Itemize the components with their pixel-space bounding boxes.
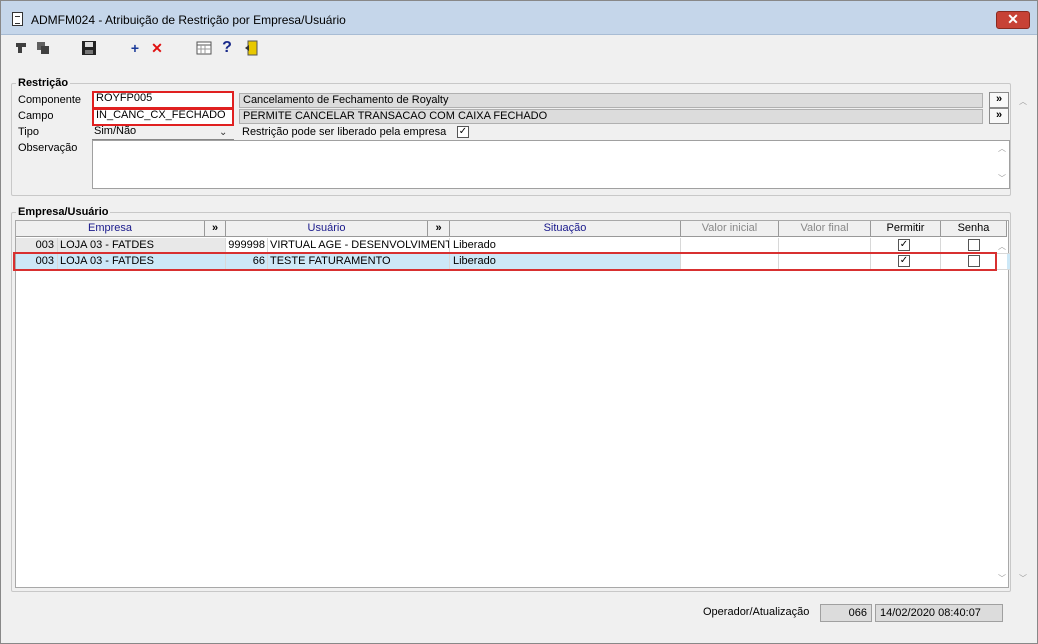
calendar-icon[interactable] [196,40,212,56]
window: ADMFM024 - Atribuição de Restrição por E… [0,0,1038,644]
row-empresa-name: LOJA 03 - FATDES [58,238,226,253]
senha-checkbox[interactable] [968,239,980,251]
row-valor-inicial[interactable] [681,238,779,253]
close-button[interactable]: ✕ [996,11,1030,29]
observacao-textarea[interactable] [92,140,1010,189]
row-situacao[interactable]: Liberado [450,238,681,253]
col-situacao[interactable]: Situação [450,221,681,237]
exit-icon[interactable] [243,40,259,56]
empresa-usuario-grid: Empresa » Usuário » Situação Valor inici… [15,220,1010,588]
tipo-select[interactable]: Sim/Não [92,125,234,140]
liberado-checkbox[interactable]: ✓ [457,126,469,138]
grid-scroll-up-icon[interactable]: ︿ [995,241,1009,252]
window-title: ADMFM024 - Atribuição de Restrição por E… [31,13,346,27]
row-empresa-code: 003 [16,238,58,253]
campo-expand-button[interactable]: » [989,108,1009,124]
save-icon[interactable] [81,40,97,56]
col-usuario[interactable]: Usuário [226,221,428,237]
atualizacao-value: 14/02/2020 08:40:07 [875,604,1003,622]
col-empresa[interactable]: Empresa [16,221,205,237]
delete-icon[interactable]: ✕ [149,40,165,56]
scroll-up-icon[interactable]: ︿ [995,143,1009,154]
grid-scroll-down-icon[interactable]: ﹀ [995,573,1009,584]
col-valor-final[interactable]: Valor final [779,221,871,237]
row-permitir-cell: ✓ [871,238,941,253]
col-valor-inicial[interactable]: Valor inicial [681,221,779,237]
campo-input[interactable]: IN_CANC_CX_FECHADO [92,108,234,126]
operador-atualizacao-label: Operador/Atualização [703,606,810,618]
col-permitir[interactable]: Permitir [871,221,941,237]
campo-label: Campo [18,110,54,122]
permitir-checkbox[interactable]: ✓ [898,239,910,251]
add-icon[interactable]: + [127,40,143,56]
row-usuario-code: 999998 [226,238,268,253]
toolbar: + ✕ ? [1,35,1037,61]
row-usuario-name: VIRTUAL AGE - DESENVOLVIMENTO [270,238,450,253]
col-usuario-expand[interactable]: » [428,221,450,237]
campo-description: PERMITE CANCELAR TRANSACAO COM CAIXA FEC… [239,109,983,124]
componente-input[interactable]: ROYFP005 [92,91,234,109]
liberado-label: Restrição pode ser liberado pela empresa [242,126,447,138]
row-valor-final[interactable] [779,238,871,253]
observacao-label: Observação [18,142,78,154]
form-scroll-down-icon[interactable]: ﹀ [1016,573,1030,584]
copy-icon[interactable] [35,40,51,56]
restricao-title: Restrição [16,77,71,89]
scroll-down-icon[interactable]: ﹀ [995,173,1009,184]
selected-row-highlight [13,252,997,271]
form-scroll-up-icon[interactable]: ︿ [1016,96,1030,107]
tipo-label: Tipo [18,126,39,138]
componente-label: Componente [18,94,81,106]
document-icon [12,12,23,26]
chevron-down-icon[interactable]: ⌄ [219,127,227,138]
componente-expand-button[interactable]: » [989,92,1009,108]
pointer-icon[interactable] [13,40,29,56]
help-icon[interactable]: ? [219,40,235,56]
empresa-usuario-title: Empresa/Usuário [16,206,111,218]
tipo-value: Sim/Não [94,125,137,137]
col-senha[interactable]: Senha [941,221,1007,237]
operador-value: 066 [820,604,872,622]
componente-description: Cancelamento de Fechamento de Royalty [239,93,983,108]
title-bar: ADMFM024 - Atribuição de Restrição por E… [1,1,1037,35]
col-empresa-expand[interactable]: » [205,221,226,237]
